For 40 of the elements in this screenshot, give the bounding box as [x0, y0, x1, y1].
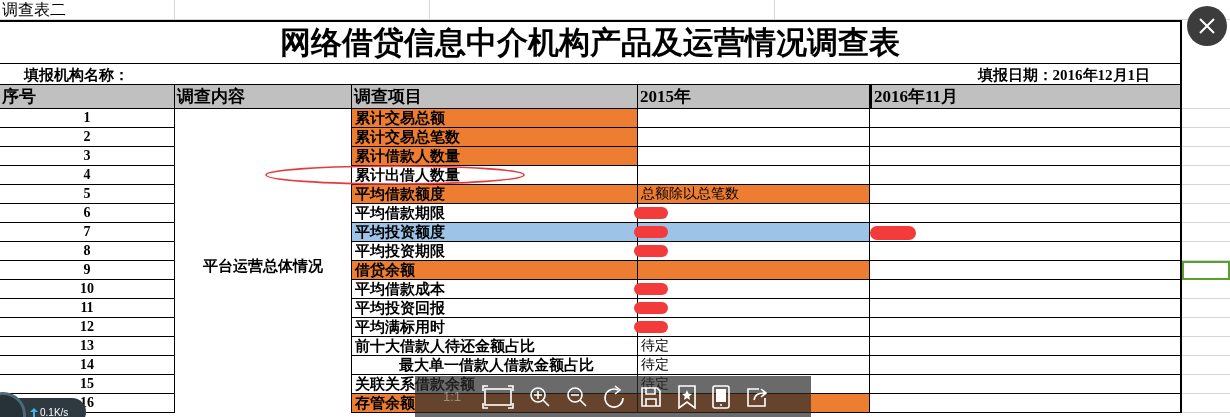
- table-cell: 借贷余额: [352, 261, 638, 280]
- table-cell: 4: [0, 166, 175, 185]
- upload-speed: 0.1K/s: [40, 405, 69, 417]
- table-cell: 平均满标用时: [352, 318, 638, 337]
- table-cell: 5: [0, 185, 175, 204]
- cell-text: 待定: [641, 356, 669, 374]
- table-cell: 12: [0, 318, 175, 337]
- section-label: 平台运营总体情况: [203, 256, 323, 276]
- table-cell: 平均借款成本: [352, 280, 638, 299]
- org-name-label: 填报机构名称：: [22, 66, 129, 84]
- report-date-label: 填报日期：2016年12月1日: [977, 66, 1151, 84]
- table-cell: 累计借款人数量: [352, 147, 638, 166]
- table-cell: 最大单一借款人借款金额占比: [352, 356, 638, 375]
- table-cell: 平均投资额度: [352, 223, 638, 242]
- table-cell: 累计交易总笔数: [352, 128, 638, 147]
- table-cell: 9: [0, 261, 175, 280]
- column-header: 调查内容: [175, 84, 352, 109]
- sheet-title: 网络借贷信息中介机构产品及运营情况调查表: [280, 23, 900, 62]
- table-cell: 8: [0, 242, 175, 261]
- column-header: 序号: [0, 84, 175, 109]
- column-header: 2016年11月: [870, 84, 1182, 109]
- column-header: 调查项目: [352, 84, 638, 109]
- table-cell: 2: [0, 128, 175, 147]
- table-cell: 平均投资回报: [352, 299, 638, 318]
- cell-text: 待定: [641, 337, 669, 355]
- cell-text: 总额除以总笔数: [641, 185, 739, 203]
- column-header: 2015年: [638, 84, 870, 109]
- table-cell: 累计交易总额: [352, 109, 638, 128]
- table-cell: 10: [0, 280, 175, 299]
- table-cell: 11: [0, 299, 175, 318]
- table-cell: 前十大借款人待还金额占比: [352, 337, 638, 356]
- table-cell: 13: [0, 337, 175, 356]
- table-cell: 6: [0, 204, 175, 223]
- sheet-label: 调查表二: [0, 0, 175, 19]
- table-cell: 1: [0, 109, 175, 128]
- table-cell: 14: [0, 356, 175, 375]
- table-cell: 7: [0, 223, 175, 242]
- table-cell: 平均借款额度: [352, 185, 638, 204]
- table-cell: 15: [0, 375, 175, 394]
- table-cell: 3: [0, 147, 175, 166]
